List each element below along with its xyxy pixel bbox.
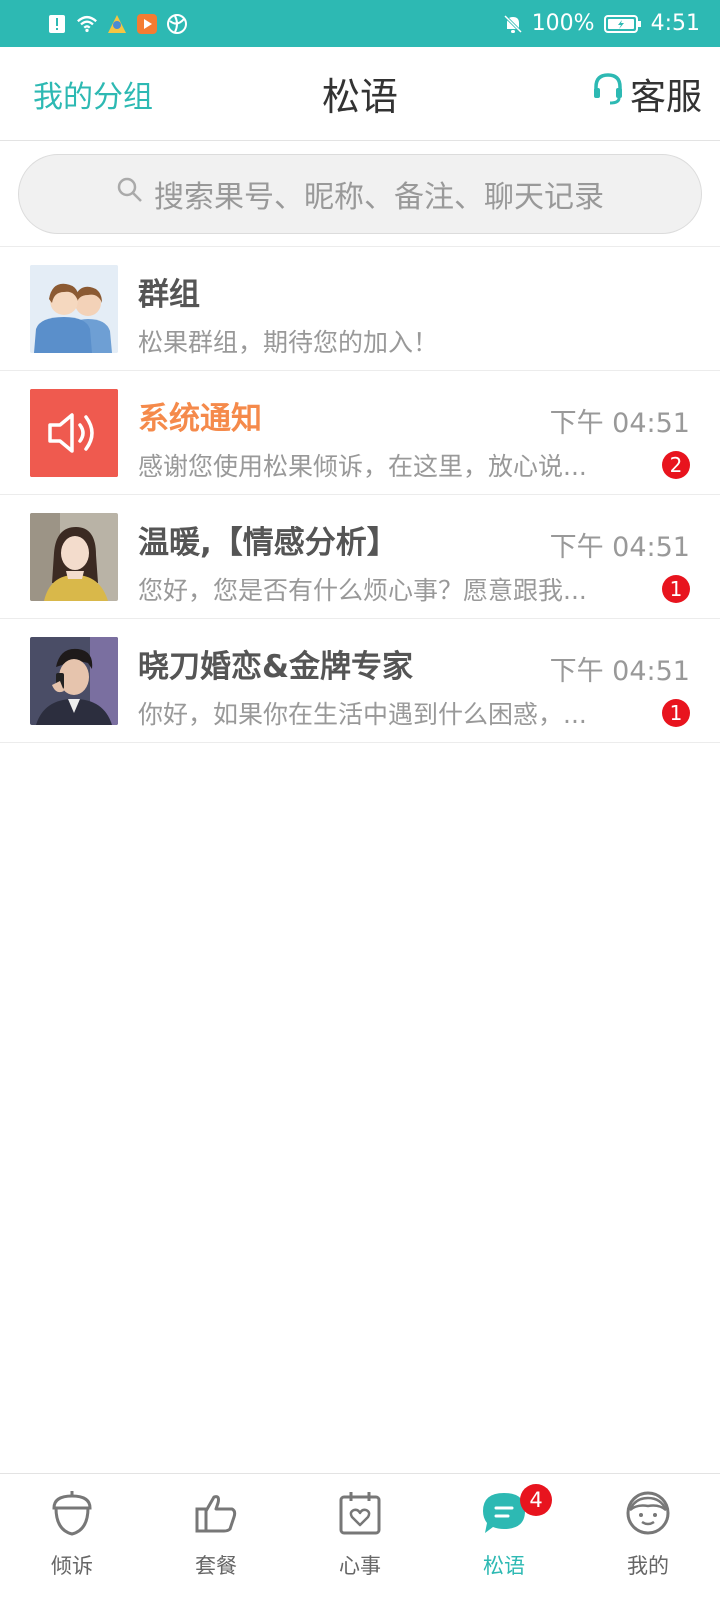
app-header: 我的分组 松语 客服 [0, 47, 720, 141]
video-app-icon [136, 13, 158, 35]
nav-item-mine[interactable]: 我的 [576, 1474, 720, 1600]
mute-bell-icon [502, 13, 524, 35]
headset-icon [592, 72, 624, 115]
search-icon [116, 176, 144, 212]
nav-label: 套餐 [195, 1554, 237, 1578]
customer-service-label: 客服 [629, 76, 702, 118]
search-placeholder: 搜索果号、昵称、备注、聊天记录 [154, 180, 604, 215]
conversation-time: 下午 04:51 [549, 408, 690, 439]
conversation-row-warm[interactable]: 温暖,【情感分析】 下午 04:51 您好，您是否有什么烦心事？愿意跟我... … [0, 495, 720, 619]
thumbs-up-icon [191, 1488, 241, 1538]
wifi-icon [76, 13, 98, 35]
speaker-avatar [30, 389, 118, 477]
conversation-time: 下午 04:51 [549, 656, 690, 687]
conversation-name: 系统通知 [138, 401, 262, 437]
conversation-row-xiaodao[interactable]: 晓刀婚恋&金牌专家 下午 04:51 你好，如果你在生活中遇到什么困惑，... … [0, 619, 720, 743]
my-groups-link[interactable]: 我的分组 [33, 72, 153, 116]
group-avatar [30, 265, 118, 353]
conversation-row-groups[interactable]: 群组 松果群组，期待您的加入！ [0, 247, 720, 371]
bottom-nav: 倾诉 套餐 心事 松语 4 我的 [0, 1473, 720, 1600]
user-avatar [30, 513, 118, 601]
conversation-name: 温暖,【情感分析】 [138, 525, 398, 561]
acorn-icon [47, 1488, 97, 1538]
conversation-time: 下午 04:51 [549, 532, 690, 563]
nav-label: 倾诉 [51, 1554, 93, 1578]
conversation-name: 晓刀婚恋&金牌专家 [138, 649, 414, 685]
battery-percent: 100% [531, 11, 595, 36]
battery-icon [603, 13, 643, 35]
conversation-preview: 感谢您使用松果倾诉，在这里，放心说... [138, 452, 587, 481]
app-notification-icon [106, 13, 128, 35]
customer-service-button[interactable]: 客服 [592, 68, 702, 120]
user-avatar [30, 637, 118, 725]
conversation-preview: 您好，您是否有什么烦心事？愿意跟我... [138, 576, 587, 605]
conversation-name: 群组 [138, 277, 200, 313]
status-bar: 100% 4:51 [0, 0, 720, 47]
conversation-list: 群组 松果群组，期待您的加入！ 系统通知 下午 04:51 感谢您使用松果倾诉，… [0, 247, 720, 743]
nav-item-pour-out[interactable]: 倾诉 [0, 1474, 144, 1600]
browser-icon [166, 13, 188, 35]
nav-unread-badge: 4 [520, 1484, 552, 1516]
nav-item-songyu[interactable]: 松语 4 [432, 1474, 576, 1600]
search-bar[interactable]: 搜索果号、昵称、备注、聊天记录 [18, 154, 702, 234]
unread-badge: 1 [662, 699, 690, 727]
unread-badge: 1 [662, 575, 690, 603]
unread-badge: 2 [662, 451, 690, 479]
nav-item-package[interactable]: 套餐 [144, 1474, 288, 1600]
calendar-heart-icon [335, 1488, 385, 1538]
conversation-preview: 你好，如果你在生活中遇到什么困惑，... [138, 700, 587, 729]
alert-icon [46, 13, 68, 35]
conversation-preview: 松果群组，期待您的加入！ [138, 328, 439, 357]
clock: 4:51 [650, 11, 700, 36]
nav-label: 松语 [483, 1554, 525, 1578]
face-icon [623, 1488, 673, 1538]
conversation-row-system-notice[interactable]: 系统通知 下午 04:51 感谢您使用松果倾诉，在这里，放心说... 2 [0, 371, 720, 495]
nav-label: 心事 [339, 1554, 381, 1578]
nav-label: 我的 [627, 1554, 669, 1578]
nav-item-heart-matters[interactable]: 心事 [288, 1474, 432, 1600]
